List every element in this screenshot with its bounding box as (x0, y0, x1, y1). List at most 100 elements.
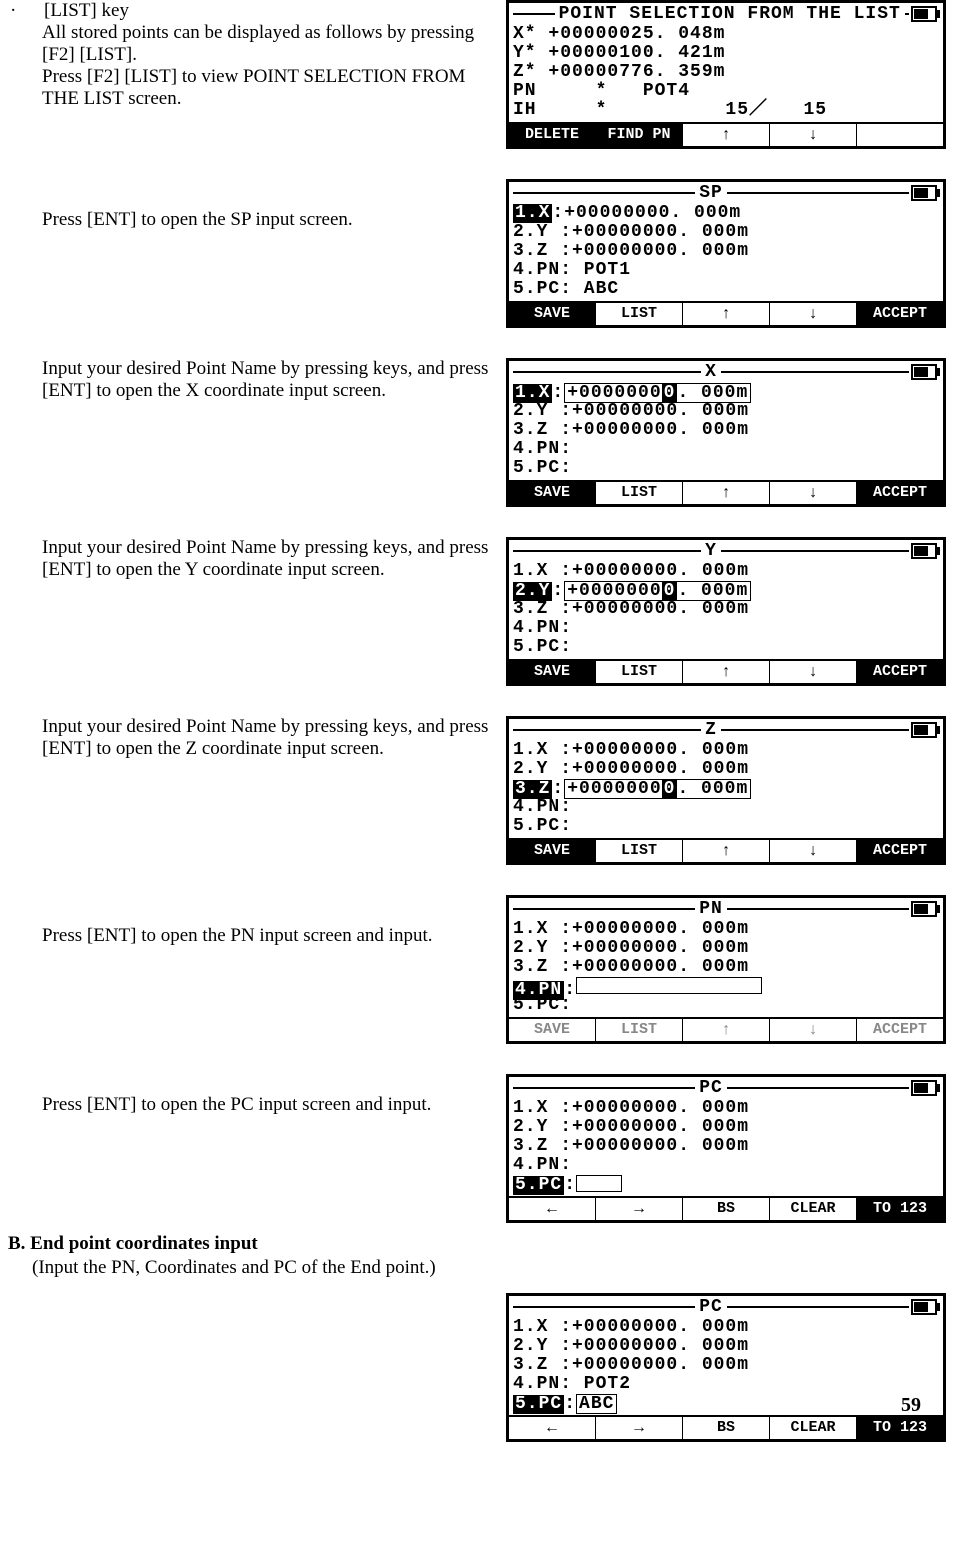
lcd-row: 4.PN: (513, 440, 939, 459)
sk-list[interactable]: LIST (596, 1019, 683, 1041)
lcd-row: 3.Z :+00000000. 000m (513, 1137, 939, 1156)
sk-save[interactable]: SAVE (509, 482, 596, 504)
sk-up[interactable]: ↑ (683, 124, 770, 146)
sk-left[interactable]: ← (509, 1198, 596, 1220)
lcd-title: Z (701, 721, 721, 740)
sk-accept[interactable]: ACCEPT (857, 482, 943, 504)
lcd-x: X 1.X:+00000000. 000m 2.Y :+00000000. 00… (506, 358, 946, 507)
sk-to123[interactable]: TO 123 (857, 1198, 943, 1220)
sk-right[interactable]: → (596, 1198, 683, 1220)
lcd-row: 1.X :+00000000. 000m (513, 562, 939, 581)
s2-text: Press [ENT] to open the SP input screen. (42, 209, 496, 231)
lcd-row: 1.X:+00000000. 000m (513, 204, 939, 223)
lcd-row: 3.Z:+00000000. 000m (513, 779, 939, 798)
sk-down[interactable]: ↓ (770, 482, 857, 504)
sk-down[interactable]: ↓ (770, 1019, 857, 1041)
battery-icon (911, 722, 937, 738)
lcd-row: 5.PC: ABC (513, 280, 939, 299)
s5-text: Input your desired Point Name by pressin… (42, 716, 496, 760)
sk-find-pn[interactable]: FIND PN (596, 124, 683, 146)
lcd-row: 1.X :+00000000. 000m (513, 741, 939, 760)
lcd-title: PN (695, 900, 727, 919)
section-b-heading: B. End point coordinates input (8, 1233, 946, 1255)
sk-empty (857, 124, 943, 146)
lcd-row: Z* +00000776. 359m (513, 63, 939, 82)
battery-icon (911, 901, 937, 917)
sk-accept[interactable]: ACCEPT (857, 1019, 943, 1041)
lcd-row: 3.Z :+00000000. 000m (513, 242, 939, 261)
sk-delete[interactable]: DELETE (509, 124, 596, 146)
sk-bs[interactable]: BS (683, 1198, 770, 1220)
lcd-row: 2.Y :+00000000. 000m (513, 1337, 939, 1356)
lcd-row: 3.Z :+00000000. 000m (513, 421, 939, 440)
sk-down[interactable]: ↓ (770, 661, 857, 683)
sk-save[interactable]: SAVE (509, 1019, 596, 1041)
s3-text: Input your desired Point Name by pressin… (42, 358, 496, 402)
lcd-row: 1.X :+00000000. 000m (513, 1099, 939, 1118)
battery-icon (911, 364, 937, 380)
lcd-row: 2.Y :+00000000. 000m (513, 402, 939, 421)
lcd-row: 4.PN: POT2 (513, 1375, 939, 1394)
lcd-row: 1.X :+00000000. 000m (513, 920, 939, 939)
lcd-row: 5.PC: (513, 996, 939, 1015)
lcd-row: 1.X :+00000000. 000m (513, 1318, 939, 1337)
sk-left[interactable]: ← (509, 1417, 596, 1439)
lcd-z: Z 1.X :+00000000. 000m 2.Y :+00000000. 0… (506, 716, 946, 865)
s1-line3: Press [F2] [LIST] to view POINT SELECTIO… (42, 66, 496, 110)
sk-up[interactable]: ↑ (683, 840, 770, 862)
section-b-sub: (Input the PN, Coordinates and PC of the… (32, 1257, 946, 1279)
sk-accept[interactable]: ACCEPT (857, 840, 943, 862)
lcd-row: 5.PC: (513, 638, 939, 657)
battery-icon (911, 1299, 937, 1315)
lcd-row: 2.Y :+00000000. 000m (513, 939, 939, 958)
lcd-row: 4.PN: (513, 1156, 939, 1175)
bullet: · (8, 0, 44, 22)
sk-up[interactable]: ↑ (683, 482, 770, 504)
sk-clear[interactable]: CLEAR (770, 1198, 857, 1220)
lcd-row: 4.PN: (513, 977, 939, 996)
lcd-row: 5.PC:ABC (513, 1394, 939, 1413)
s1-line1: [LIST] key (44, 0, 129, 22)
lcd-row: X* +00000025. 048m (513, 25, 939, 44)
sk-up[interactable]: ↑ (683, 1019, 770, 1041)
sk-list[interactable]: LIST (596, 482, 683, 504)
battery-icon (911, 1080, 937, 1096)
lcd-row: 4.PN: (513, 798, 939, 817)
sk-accept[interactable]: ACCEPT (857, 303, 943, 325)
lcd-row: 3.Z :+00000000. 000m (513, 958, 939, 977)
lcd-title: Y (701, 542, 721, 561)
lcd-row: 3.Z :+00000000. 000m (513, 600, 939, 619)
sk-down[interactable]: ↓ (770, 840, 857, 862)
lcd-row: Y* +00000100. 421m (513, 44, 939, 63)
battery-icon (911, 543, 937, 559)
sk-list[interactable]: LIST (596, 303, 683, 325)
lcd-sp: SP 1.X:+00000000. 000m 2.Y :+00000000. 0… (506, 179, 946, 328)
lcd-row: 2.Y:+00000000. 000m (513, 581, 939, 600)
lcd-row: 2.Y :+00000000. 000m (513, 1118, 939, 1137)
sk-up[interactable]: ↑ (683, 303, 770, 325)
lcd-row: 5.PC: (513, 817, 939, 836)
lcd-row: 5.PC: (513, 459, 939, 478)
sk-up[interactable]: ↑ (683, 661, 770, 683)
lcd-row: 5.PC: (513, 1175, 939, 1194)
lcd-row: 4.PN: (513, 619, 939, 638)
sk-right[interactable]: → (596, 1417, 683, 1439)
sk-down[interactable]: ↓ (770, 124, 857, 146)
sk-save[interactable]: SAVE (509, 840, 596, 862)
lcd-row: 2.Y :+00000000. 000m (513, 223, 939, 242)
sk-accept[interactable]: ACCEPT (857, 661, 943, 683)
sk-clear[interactable]: CLEAR (770, 1417, 857, 1439)
lcd-point-selection: POINT SELECTION FROM THE LIST X* +000000… (506, 0, 946, 149)
sk-save[interactable]: SAVE (509, 661, 596, 683)
sk-bs[interactable]: BS (683, 1417, 770, 1439)
lcd-title: POINT SELECTION FROM THE LIST (555, 5, 905, 24)
page-number: 59 (901, 1394, 921, 1417)
sk-to123[interactable]: TO 123 (857, 1417, 943, 1439)
sk-down[interactable]: ↓ (770, 303, 857, 325)
lcd-pn: PN 1.X :+00000000. 000m 2.Y :+00000000. … (506, 895, 946, 1044)
sk-list[interactable]: LIST (596, 840, 683, 862)
sk-save[interactable]: SAVE (509, 303, 596, 325)
sk-list[interactable]: LIST (596, 661, 683, 683)
lcd-y: Y 1.X :+00000000. 000m 2.Y:+00000000. 00… (506, 537, 946, 686)
lcd-title: PC (695, 1079, 727, 1098)
